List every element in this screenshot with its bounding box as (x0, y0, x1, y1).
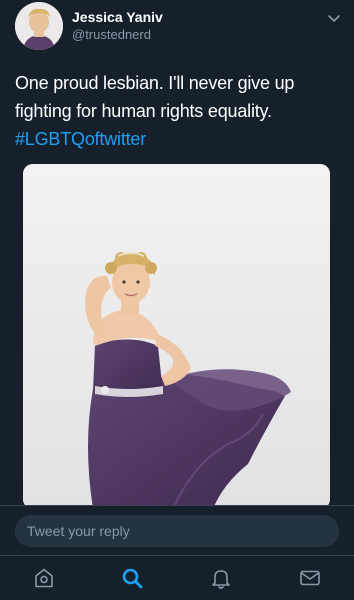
mail-icon[interactable] (298, 566, 322, 590)
tweet-text: One proud lesbian. I'll never give up fi… (15, 69, 345, 153)
bottom-nav (0, 555, 354, 600)
author-handle[interactable]: @trustednerd (72, 27, 151, 42)
chevron-down-icon[interactable] (326, 10, 342, 26)
tweet-header: Jessica Yaniv @trustednerd (0, 0, 354, 60)
bell-icon[interactable] (209, 566, 233, 590)
avatar[interactable] (15, 2, 63, 50)
hashtag-link[interactable]: #LGBTQoftwitter (15, 129, 146, 149)
author-display-name[interactable]: Jessica Yaniv (72, 9, 163, 25)
search-icon[interactable] (120, 566, 144, 590)
tweet-body: One proud lesbian. I'll never give up fi… (15, 73, 295, 121)
avatar-image (15, 2, 63, 50)
tweet-detail-screen: Jessica Yaniv @trustednerd One proud les… (0, 0, 354, 600)
photo-person-purple-dress (23, 164, 330, 509)
home-icon[interactable] (32, 566, 56, 590)
tweet-photo[interactable] (23, 164, 330, 509)
reply-input[interactable] (15, 515, 339, 547)
reply-bar (0, 505, 354, 556)
